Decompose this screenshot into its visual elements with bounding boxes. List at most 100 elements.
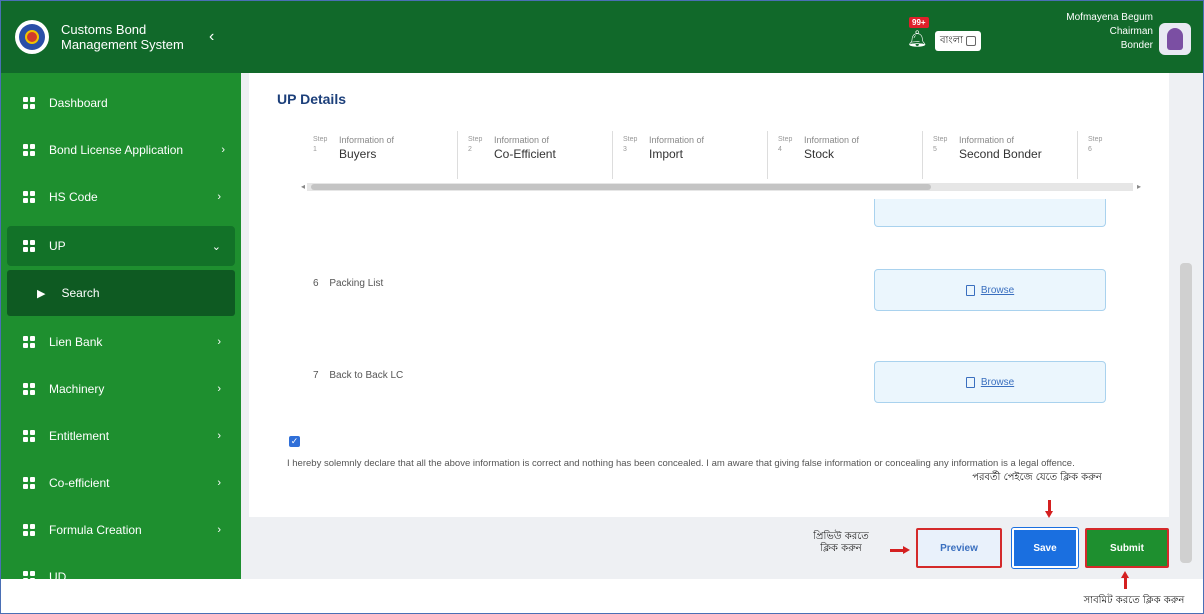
document-row-back-to-back-lc: 7 Back to Back LC [313,370,403,381]
sidebar: Customs Bond Management System ‹ Dashboa… [1,1,241,579]
chevron-right-icon: › [217,335,221,348]
chevron-right-icon: › [217,523,221,536]
sidebar-item-ud[interactable]: UD [1,553,241,579]
user-org: Bonder [1120,40,1153,51]
sidebar-subitem-search[interactable]: ▶ Search [7,270,235,316]
step-stock[interactable]: Step 4 Information of Stock [768,131,923,179]
chevron-left-icon[interactable]: ‹ [209,28,214,46]
step-next[interactable]: Step 6 [1078,131,1138,179]
page-title: UP Details [277,91,346,107]
chevron-right-icon: › [217,382,221,395]
chevron-down-icon: ⌄ [211,240,221,253]
sidebar-item-label: Bond License Application [49,142,184,157]
arrow-down-icon [1045,511,1053,518]
submit-button[interactable]: Submit [1085,528,1169,568]
browse-button-partial[interactable] [874,199,1106,227]
step-second-bonder[interactable]: Step 5 Information of Second Bonder [923,131,1078,179]
document-row-packing-list: 6 Packing List [313,278,383,289]
annotation-arrow-line [890,549,904,552]
step-caption: Information of [804,135,860,145]
grid-icon [23,523,35,536]
file-icon [965,376,975,388]
avatar[interactable] [1159,23,1191,55]
user-name: Mofmayena Begum [1066,12,1153,23]
sidebar-item-machinery[interactable]: Machinery › [1,365,241,412]
sidebar-item-label: UD [49,569,67,580]
app-title: Customs Bond Management System [61,22,184,52]
grid-icon [23,476,35,489]
annotation-save: পরবর্তী পেইজে যেতে ক্লিক করুন [972,472,1102,483]
step-caption: Information of [959,135,1015,145]
sidebar-item-label: Formula Creation [49,522,142,537]
step-number: Step 1 [313,136,328,153]
annotation-preview: প্রিভিউ করতে ক্লিক করুন [813,531,869,554]
preview-button[interactable]: Preview [916,528,1002,568]
document-label: Back to Back LC [329,370,404,381]
step-number: Step 4 [778,136,793,153]
sidebar-item-label: Dashboard [49,95,108,110]
chevron-right-icon: › [221,143,225,156]
browse-label: Browse [980,284,1015,296]
grid-icon [23,96,35,109]
top-bar: 🔔︎ 99+ বাংলা Mofmayena Begum Chairman Bo… [241,1,1203,73]
sidebar-item-label: HS Code [49,189,98,204]
step-title: Import [649,147,684,161]
sidebar-item-up[interactable]: UP ⌄ [7,226,235,266]
step-number: Step 5 [933,136,948,153]
grid-icon [23,240,35,252]
stepper-scrollbar[interactable] [307,183,1133,191]
grid-icon [23,429,35,442]
sidebar-item-dashboard[interactable]: Dashboard [1,79,241,126]
scroll-left-icon[interactable]: ◂ [301,182,305,191]
scrollbar-thumb[interactable] [311,184,931,190]
save-button[interactable]: Save [1011,527,1079,569]
step-buyers[interactable]: Step 1 Information of Buyers [303,131,458,179]
step-caption: Information of [649,135,705,145]
declaration-checkbox[interactable]: ✓ [289,436,300,447]
emblem-logo [15,20,49,54]
user-info: Mofmayena Begum Chairman Bonder [1066,11,1153,53]
sidebar-item-entitlement[interactable]: Entitlement › [1,412,241,459]
grid-icon [23,382,35,395]
browse-button-packing-list[interactable]: Browse [874,269,1106,311]
language-toggle[interactable]: বাংলা [935,31,981,51]
step-import[interactable]: Step 3 Information of Import [613,131,768,179]
chevron-right-icon: › [217,190,221,203]
sidebar-item-label: UP [49,239,66,253]
sidebar-item-formula-creation[interactable]: Formula Creation › [1,506,241,553]
browse-button-back-to-back-lc[interactable]: Browse [874,361,1106,403]
language-label: বাংলা [939,34,964,46]
step-number: Step 6 [1088,136,1103,153]
bell-icon[interactable]: 🔔︎ [907,29,927,49]
step-caption: Information of [494,135,550,145]
step-number: Step 2 [468,136,483,153]
declaration-text: I hereby solemnly declare that all the a… [287,458,1075,469]
chevron-right-icon: › [217,476,221,489]
chevron-right-icon: › [217,429,221,442]
document-label: Packing List [329,278,384,289]
annotation-submit: সাবমিট করতে ক্লিক করুন [1083,595,1185,606]
browse-label: Browse [980,376,1015,388]
sidebar-item-label: Co-efficient [49,475,110,490]
main-scrollbar[interactable] [1180,263,1192,563]
sidebar-item-bond-license[interactable]: Bond License Application › [1,126,241,173]
annotation-arrow-line [1124,577,1127,589]
grid-icon [23,335,35,348]
arrow-right-icon [903,546,910,554]
main-content: UP Details Step 1 Information of Buyers S… [241,73,1203,579]
step-title: Co-Efficient [494,147,556,161]
scroll-right-icon[interactable]: ▸ [1137,182,1141,191]
step-caption: Information of [339,135,395,145]
grid-icon [23,570,35,579]
notification-badge: 99+ [909,17,929,28]
step-title: Buyers [339,147,377,161]
sidebar-item-co-efficient[interactable]: Co-efficient › [1,459,241,506]
step-co-efficient[interactable]: Step 2 Information of Co-Efficient [458,131,613,179]
step-title: Stock [804,147,835,161]
sidebar-item-hs-code[interactable]: HS Code › [1,173,241,220]
step-title: Second Bonder [959,147,1042,161]
sidebar-item-lien-bank[interactable]: Lien Bank › [1,318,241,365]
brand: Customs Bond Management System ‹ [1,1,241,73]
play-icon: ▶ [37,287,46,300]
document-number: 7 [313,370,319,381]
